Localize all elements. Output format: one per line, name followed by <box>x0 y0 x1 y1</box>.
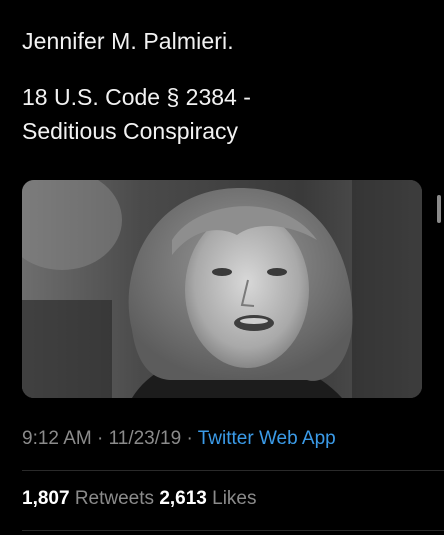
retweets-label[interactable]: Retweets <box>75 488 154 509</box>
scroll-indicator[interactable] <box>437 195 441 223</box>
meta-separator: · <box>186 428 193 449</box>
tweet-time: 9:12 AM <box>22 428 92 449</box>
retweets-count[interactable]: 1,807 <box>22 488 70 509</box>
tweet-text-line-2: Seditious Conspiracy <box>22 118 239 144</box>
likes-label[interactable]: Likes <box>212 488 256 509</box>
tweet-text: 18 U.S. Code § 2384 - Seditious Conspira… <box>22 80 422 148</box>
likes-count[interactable]: 2,613 <box>159 488 207 509</box>
divider <box>22 470 444 471</box>
tweet-media-photo[interactable] <box>22 180 422 398</box>
tweet-source-link[interactable]: Twitter Web App <box>198 428 336 449</box>
tweet-text-author-line: Jennifer M. Palmieri. <box>22 28 234 54</box>
tweet-text-line-1: 18 U.S. Code § 2384 - <box>22 84 251 110</box>
divider <box>22 530 444 531</box>
tweet-detail: Jennifer M. Palmieri. 18 U.S. Code § 238… <box>0 0 444 535</box>
meta-separator: · <box>97 428 104 449</box>
tweet-date: 11/23/19 <box>108 428 182 449</box>
tweet-timestamp-row: 9:12 AM · 11/23/19 · Twitter Web App <box>22 426 336 452</box>
tweet-stats-row: 1,807 Retweets 2,613 Likes <box>22 486 257 512</box>
